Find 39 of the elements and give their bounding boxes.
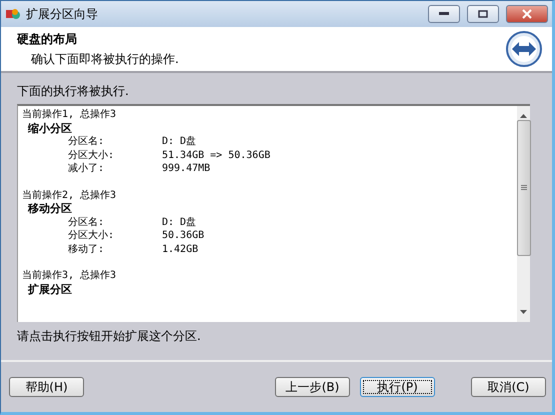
- minimize-icon: [439, 12, 449, 16]
- grip-icon: [520, 185, 526, 191]
- operation-name: 扩展分区: [26, 282, 72, 296]
- scroll-thumb[interactable]: [516, 120, 530, 256]
- field-label: 分区大小:: [68, 229, 116, 242]
- header-title: 硬盘的布局: [17, 30, 78, 48]
- close-icon: [522, 9, 532, 19]
- scrollbar[interactable]: [517, 106, 530, 322]
- field-value: 50.36GB: [162, 229, 204, 242]
- hint-text: 请点击执行按钮开始扩展这个分区.: [17, 328, 202, 345]
- scroll-up-icon[interactable]: [520, 114, 527, 118]
- maximize-icon: [478, 10, 488, 18]
- maximize-button[interactable]: [467, 5, 499, 23]
- dialog-button[interactable]: 帮助(H): [9, 377, 84, 397]
- field-label: 减小了:: [68, 162, 106, 176]
- app-icon: [5, 7, 21, 21]
- header-subtitle: 确认下面即将被执行的操作.: [30, 50, 180, 68]
- operation-counter: 当前操作3, 总操作3: [22, 269, 116, 282]
- close-button[interactable]: [506, 5, 548, 23]
- field-label: 分区大小:: [68, 148, 116, 162]
- operation-name: 移动分区: [26, 202, 72, 216]
- scroll-down-icon[interactable]: [520, 310, 527, 314]
- operation-name: 缩小分区: [26, 122, 72, 135]
- operation-counter: 当前操作1, 总操作3: [22, 108, 116, 122]
- field-value: 1.42GB: [162, 242, 198, 256]
- field-label: 移动了:: [68, 242, 106, 256]
- minimize-button[interactable]: [428, 5, 460, 23]
- dialog-button[interactable]: 上一步(B): [275, 377, 350, 397]
- field-value: 51.34GB => 50.36GB: [162, 148, 270, 162]
- field-value: 999.47MB: [162, 162, 210, 176]
- dialog-button[interactable]: 取消(C): [471, 377, 546, 397]
- field-value: D: D盘: [162, 135, 196, 148]
- window-title: 扩展分区向导: [26, 6, 99, 22]
- operation-counter: 当前操作2, 总操作3: [22, 188, 116, 202]
- dialog-button[interactable]: 执行(P): [360, 377, 435, 397]
- intro-text: 下面的执行将被执行.: [17, 83, 130, 100]
- field-label: 分区名:: [68, 135, 106, 148]
- field-value: D: D盘: [162, 216, 196, 229]
- field-label: 分区名:: [68, 216, 106, 229]
